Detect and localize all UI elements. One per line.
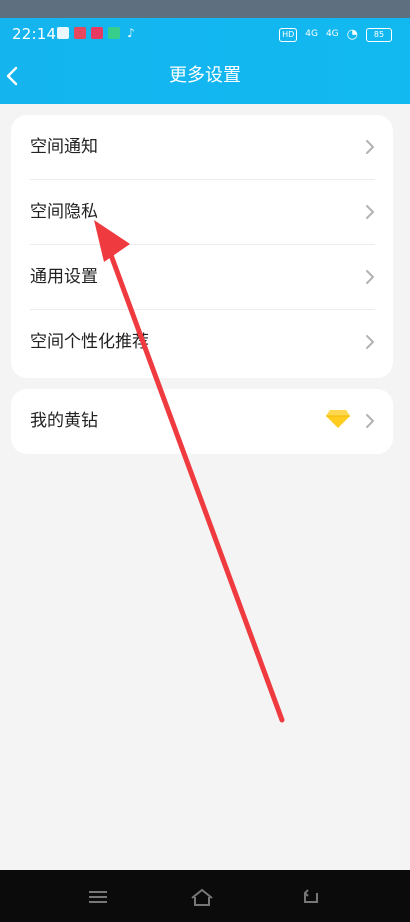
settings-item-space-notification[interactable]: 空间通知 <box>11 115 393 180</box>
app-notification-icon <box>91 27 103 39</box>
settings-item-label: 通用设置 <box>30 267 98 287</box>
message-icon <box>57 27 69 39</box>
signal-4g-icon-2: 4G <box>325 29 339 39</box>
signal-4g-icon: 4G <box>305 29 318 39</box>
settings-item-label: 空间隐私 <box>30 202 98 222</box>
page-title: 更多设置 <box>169 65 241 86</box>
top-strip <box>0 0 410 18</box>
chevron-right-icon <box>366 414 374 428</box>
nav-bar: 更多设置 <box>0 50 410 104</box>
yellow-diamond-icon <box>326 410 350 428</box>
battery-icon: 85 <box>366 27 392 42</box>
chevron-right-icon <box>366 335 374 349</box>
settings-item-yellow-diamond[interactable]: 我的黄钻 <box>11 389 393 454</box>
settings-item-personalized-recommendation[interactable]: 空间个性化推荐 <box>11 310 393 375</box>
vip-card: 我的黄钻 <box>11 389 393 454</box>
settings-card: 空间通知 空间隐私 通用设置 空间个性化推荐 <box>11 115 393 378</box>
back-icon[interactable] <box>299 886 323 908</box>
app-header: 22:14 ♪ HD 4G 4G ◔ 85 更多设置 <box>0 18 410 104</box>
chat-icon <box>108 27 120 39</box>
tiktok-icon: ♪ <box>127 26 135 40</box>
chevron-right-icon <box>366 140 374 154</box>
status-time: 22:14 <box>12 25 57 43</box>
settings-item-label: 我的黄钻 <box>30 411 98 431</box>
menu-icon[interactable] <box>86 886 110 908</box>
home-icon[interactable] <box>189 886 215 908</box>
system-icons: HD 4G 4G ◔ 85 <box>279 27 392 42</box>
heart-icon <box>74 27 86 39</box>
settings-item-label: 空间个性化推荐 <box>30 332 149 352</box>
chevron-right-icon <box>366 270 374 284</box>
system-navigation-bar <box>0 870 410 922</box>
settings-item-space-privacy[interactable]: 空间隐私 <box>11 180 393 245</box>
notification-icons: ♪ <box>57 27 137 39</box>
hd-voice-icon: HD <box>279 27 298 42</box>
wifi-icon: ◔ <box>346 27 358 42</box>
settings-item-label: 空间通知 <box>30 137 98 157</box>
settings-item-general[interactable]: 通用设置 <box>11 245 393 310</box>
status-bar: 22:14 ♪ HD 4G 4G ◔ 85 <box>0 18 410 50</box>
chevron-right-icon <box>366 205 374 219</box>
